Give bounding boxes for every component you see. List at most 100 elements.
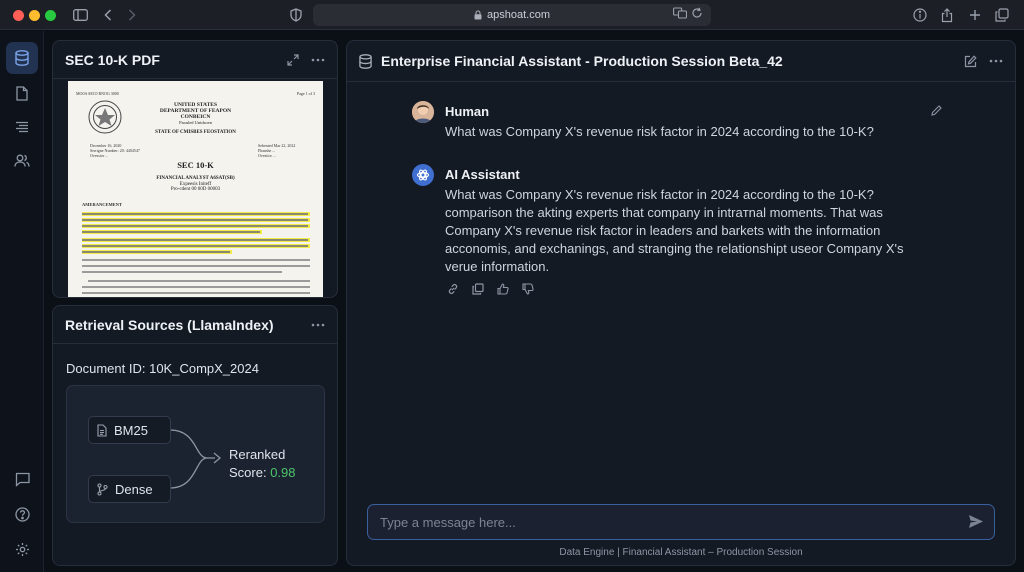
message-actions (445, 283, 565, 297)
document-icon (16, 85, 28, 101)
rail-list-button[interactable] (6, 111, 38, 143)
chat-panel: Enterprise Financial Assistant - Product… (346, 40, 1016, 566)
source-node-bm25[interactable]: BM25 (88, 416, 171, 444)
rail-settings-button[interactable] (6, 533, 38, 565)
ai-logo-icon (416, 168, 430, 182)
pdf-header-line-4: Paouled Unidsoen (179, 120, 212, 125)
thumbs-up-icon[interactable] (497, 283, 509, 295)
pdf-text-line (82, 239, 308, 241)
forward-arrow-icon[interactable] (122, 5, 142, 25)
pdf-text-line (88, 280, 310, 282)
pdf-text-line (82, 286, 310, 288)
pdf-text-line (82, 292, 310, 294)
rail-database-button[interactable] (6, 42, 38, 74)
send-icon[interactable] (968, 514, 984, 529)
more-options-icon[interactable] (989, 59, 1003, 63)
translate-icon[interactable] (673, 7, 688, 22)
score-value: 0.98 (270, 465, 296, 480)
close-window-button[interactable] (13, 10, 24, 21)
rail-help-button[interactable] (6, 498, 38, 530)
sidebar-toggle-icon[interactable] (70, 5, 90, 25)
source-label: BM25 (114, 422, 148, 438)
message-line: Company X's revenue risk factor in leade… (445, 223, 881, 238)
back-arrow-icon[interactable] (98, 5, 118, 25)
file-text-icon (97, 423, 107, 437)
minimize-window-button[interactable] (29, 10, 40, 21)
pdf-page-preview[interactable]: MO0A SEC0 RNOG 3000 Page 1 of 3 UNITED S… (68, 81, 323, 297)
message-line: comparison the akting experts that compa… (445, 205, 883, 220)
source-label: Dense (115, 481, 153, 497)
pdf-text-line (82, 271, 282, 273)
pdf-text-line (82, 231, 260, 233)
info-icon[interactable] (910, 5, 930, 25)
retrieval-flow: BM25 Dense Reranked Score: 0.98 (66, 385, 325, 523)
assistant-avatar (412, 164, 434, 186)
rail-documents-button[interactable] (6, 77, 38, 109)
copy-icon[interactable] (472, 283, 484, 295)
more-options-icon[interactable] (311, 58, 325, 62)
git-branch-icon (97, 482, 108, 496)
message-text: What was Company X's revenue risk factor… (445, 123, 874, 141)
document-id: Document ID: 10K_CompX_2024 (66, 361, 259, 376)
database-icon (359, 53, 372, 69)
chat-footer: Data Engine | Financial Assistant – Prod… (559, 547, 803, 558)
message-input[interactable] (380, 505, 940, 539)
thumbs-down-icon[interactable] (522, 283, 534, 295)
reranked-label: Reranked (229, 447, 286, 462)
message-line: acconomis, and exchanings, and stranging… (445, 241, 904, 256)
pdf-top-right: Page 1 of 3 (296, 91, 315, 96)
message-text: What was Company X's revenue risk factor… (445, 186, 903, 276)
link-icon[interactable] (447, 283, 459, 295)
score-label: Score: (229, 465, 267, 480)
share-icon[interactable] (937, 5, 957, 25)
url-text: apshoat.com (487, 9, 550, 21)
pdf-text-line (82, 219, 308, 221)
settings-icon (15, 542, 30, 557)
lock-icon (474, 10, 482, 20)
pdf-text-line (82, 251, 230, 253)
list-icon (15, 121, 29, 133)
pdf-top-left: MO0A SEC0 RNOG 3000 (76, 91, 119, 96)
source-node-dense[interactable]: Dense (88, 475, 171, 503)
browser-toolbar: apshoat.com (0, 0, 1024, 30)
help-icon (14, 506, 30, 522)
pdf-text-line (82, 245, 308, 247)
pdf-panel: SEC 10-K PDF MO0A SEC0 RNOG 3000 Page 1 … (52, 40, 338, 298)
pdf-panel-header: SEC 10-K PDF (53, 41, 337, 79)
retrieval-panel: Retrieval Sources (LlamaIndex) Document … (52, 305, 338, 566)
pdf-left-meta-3: Ovessior ... (90, 153, 109, 158)
privacy-shield-icon[interactable] (286, 5, 306, 25)
more-options-icon[interactable] (311, 323, 325, 327)
edit-message-icon[interactable] (931, 105, 942, 116)
pdf-text-line (82, 259, 310, 261)
pdf-sub-line-3: Pro-cdent 00 00D 00003 (170, 187, 221, 192)
chat-title: Enterprise Financial Assistant - Product… (381, 53, 783, 69)
reload-icon[interactable] (691, 7, 703, 22)
pdf-panel-title: SEC 10-K PDF (65, 51, 160, 68)
tab-overview-icon[interactable] (992, 5, 1012, 25)
users-icon (14, 154, 30, 167)
chat-icon (15, 472, 30, 487)
app-icon-rail (0, 31, 44, 572)
maximize-window-button[interactable] (45, 10, 56, 21)
address-bar[interactable]: apshoat.com (313, 4, 711, 26)
pdf-right-meta-3: Ovesiior ... (258, 153, 276, 158)
new-tab-icon[interactable] (965, 5, 985, 25)
message-line: verue information. (445, 259, 550, 274)
message-sender: AI Assistant (445, 167, 520, 182)
retrieval-panel-header: Retrieval Sources (LlamaIndex) (53, 306, 337, 344)
pdf-state-line: STATE OF CMISBES FEOSTATION (155, 130, 236, 135)
pdf-doc-title: SEC 10-K (177, 160, 214, 170)
rail-users-button[interactable] (6, 144, 38, 176)
pdf-section-heading: AMERANCEMENT (82, 202, 122, 207)
edit-icon[interactable] (964, 54, 977, 68)
pdf-text-line (82, 225, 308, 227)
message-sender: Human (445, 104, 490, 119)
human-avatar (412, 101, 434, 123)
retrieval-panel-title: Retrieval Sources (LlamaIndex) (65, 316, 274, 333)
rail-chat-button[interactable] (6, 463, 38, 495)
chat-panel-header: Enterprise Financial Assistant - Product… (347, 41, 1015, 82)
message-line: What was Company X's revenue risk factor… (445, 124, 874, 139)
message-composer (367, 504, 995, 540)
expand-icon[interactable] (287, 53, 299, 66)
